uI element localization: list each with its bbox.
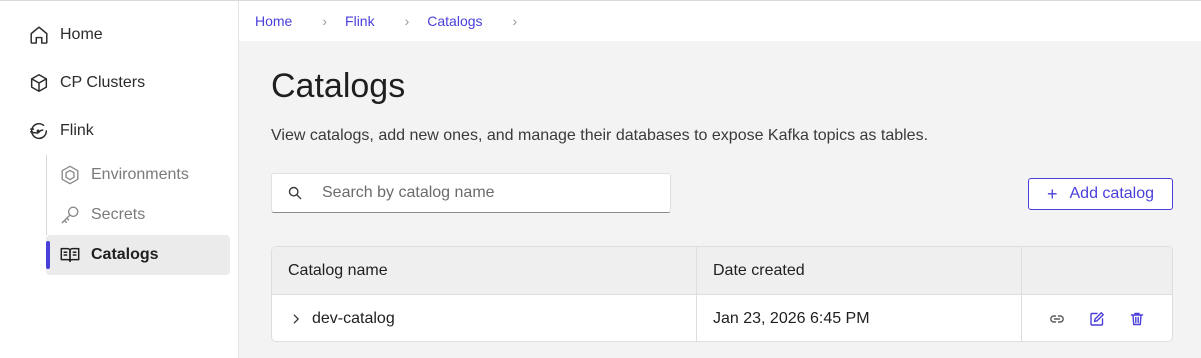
breadcrumb-home[interactable]: Home (255, 13, 292, 29)
table-header: Catalog name Date created (272, 247, 1172, 295)
search-icon (288, 186, 302, 200)
sidebar-item-cp-clusters[interactable]: CP Clusters (28, 71, 145, 95)
sidebar-item-label: Home (60, 26, 103, 43)
cell-catalog-name: dev-catalog (272, 295, 697, 341)
cell-actions (1022, 295, 1172, 341)
chevron-right-icon: › (322, 13, 328, 29)
cell-date-created: Jan 23, 2026 6:45 PM (697, 295, 1022, 341)
sidebar: Home CP Clusters Flink Environments Secr… (0, 0, 239, 358)
chevron-right-icon[interactable] (288, 311, 304, 327)
hexagon-icon (59, 164, 81, 186)
sidebar-item-label: Flink (60, 122, 94, 139)
chevron-right-icon: › (404, 13, 410, 29)
sidebar-item-label: Secrets (91, 206, 146, 223)
breadcrumb-catalogs[interactable]: Catalogs (427, 13, 482, 29)
sidebar-item-label: CP Clusters (60, 74, 146, 91)
sidebar-item-secrets[interactable]: Secrets (46, 195, 230, 235)
cube-icon (28, 72, 50, 94)
main-content: Home › Flink › Catalogs › Catalogs View … (239, 0, 1201, 358)
key-icon (59, 204, 81, 226)
catalog-name[interactable]: dev-catalog (312, 310, 395, 328)
sidebar-item-label: Catalogs (91, 246, 159, 263)
column-header-actions (1022, 247, 1172, 294)
table-row: dev-catalog Jan 23, 2026 6:45 PM (272, 295, 1172, 341)
sidebar-item-flink[interactable]: Flink (28, 119, 94, 143)
home-icon (28, 24, 50, 46)
chevron-right-icon: › (512, 13, 518, 29)
column-header-catalog-name[interactable]: Catalog name (272, 247, 697, 294)
page-title: Catalogs (271, 67, 406, 105)
breadcrumb-flink[interactable]: Flink (345, 13, 375, 29)
edit-icon[interactable] (1089, 311, 1105, 327)
search-input[interactable] (322, 184, 652, 202)
column-header-date-created[interactable]: Date created (697, 247, 1022, 294)
add-catalog-label: Add catalog (1069, 185, 1155, 202)
search-box (271, 173, 671, 213)
sidebar-item-environments[interactable]: Environments (46, 155, 230, 195)
sidebar-item-home[interactable]: Home (28, 23, 103, 47)
catalogs-table: Catalog name Date created dev-catalog Ja… (271, 246, 1173, 342)
flink-icon (28, 120, 50, 142)
plus-icon: + (1046, 184, 1058, 204)
breadcrumb: Home › Flink › Catalogs › (239, 0, 1201, 41)
trash-icon[interactable] (1129, 311, 1145, 327)
add-catalog-button[interactable]: + Add catalog (1028, 178, 1173, 210)
sidebar-item-catalogs[interactable]: Catalogs (46, 235, 230, 275)
link-icon[interactable] (1049, 311, 1065, 327)
book-icon (59, 244, 81, 266)
sidebar-item-label: Environments (91, 166, 189, 183)
page-description: View catalogs, add new ones, and manage … (271, 127, 929, 144)
